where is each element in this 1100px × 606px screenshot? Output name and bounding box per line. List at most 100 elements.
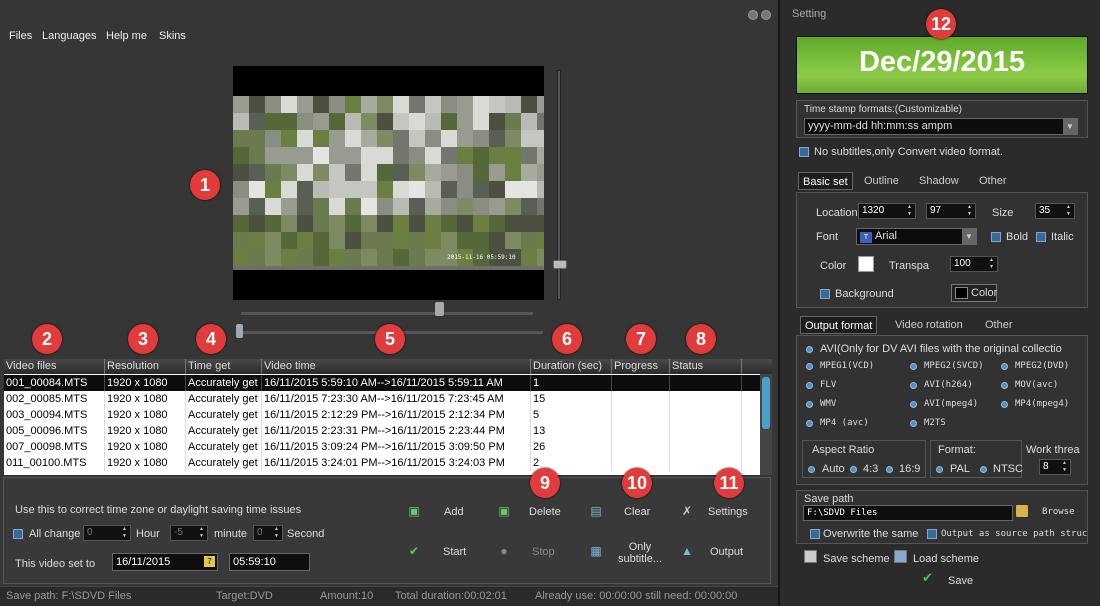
menu-languages[interactable]: Languages xyxy=(42,30,96,42)
background-checkbox[interactable] xyxy=(820,289,830,299)
delete-button[interactable]: Delete xyxy=(529,506,561,518)
text-color-swatch[interactable] xyxy=(858,256,874,272)
scroll-thumb[interactable] xyxy=(762,377,770,429)
no-subtitles-checkbox[interactable] xyxy=(799,147,809,157)
overwrite-checkbox[interactable] xyxy=(810,529,820,539)
save-scheme-icon[interactable] xyxy=(804,550,817,563)
add-button[interactable]: Add xyxy=(444,506,464,518)
col-duration[interactable]: Duration (sec) xyxy=(531,359,612,374)
seek-handle[interactable] xyxy=(435,302,444,316)
col-video-files[interactable]: Video files xyxy=(4,359,105,374)
add-icon[interactable]: ▣ xyxy=(407,504,421,518)
table-row[interactable]: 007_00098.MTS 1920 x 1080 Accurately get 16… xyxy=(4,439,760,455)
folder-icon[interactable] xyxy=(1016,505,1028,517)
load-scheme-icon[interactable] xyxy=(894,550,907,563)
col-time-get[interactable]: Time get xyxy=(186,359,262,374)
col-video-time[interactable]: Video time xyxy=(262,359,531,374)
col-progress[interactable]: Progress xyxy=(612,359,670,374)
output-icon[interactable]: ▲ xyxy=(680,544,694,558)
save-scheme-button[interactable]: Save scheme xyxy=(823,553,890,565)
size-spinner[interactable]: 35 xyxy=(1035,203,1075,219)
format-pal-radio[interactable] xyxy=(936,466,943,473)
tab-output-format[interactable]: Output format xyxy=(800,316,878,334)
format-radio[interactable] xyxy=(806,363,813,370)
table-row[interactable]: 005_00096.MTS 1920 x 1080 Accurately get 16… xyxy=(4,423,760,439)
stop-button[interactable]: Stop xyxy=(532,546,555,558)
tab-outline[interactable]: Outline xyxy=(860,172,903,190)
clear-button[interactable]: Clear xyxy=(624,506,650,518)
source-path-checkbox[interactable] xyxy=(927,529,937,539)
tab-shadow[interactable]: Shadow xyxy=(915,172,963,190)
output-button[interactable]: Output xyxy=(710,546,743,558)
bold-checkbox[interactable] xyxy=(991,232,1001,242)
minute-spinner[interactable]: -5 xyxy=(170,525,208,541)
table-row[interactable]: 001_00084.MTS 1920 x 1080 Accurately get 16… xyxy=(4,375,760,391)
start-button[interactable]: Start xyxy=(443,546,466,558)
range-handle[interactable] xyxy=(236,324,243,338)
save-button[interactable]: Save xyxy=(948,575,973,587)
settings-button[interactable]: Settings xyxy=(708,506,748,518)
format-radio-avi[interactable] xyxy=(806,346,813,353)
hour-spinner[interactable]: 0 xyxy=(83,525,131,541)
format-radio[interactable] xyxy=(806,382,813,389)
format-radio[interactable] xyxy=(910,363,917,370)
chevron-down-icon[interactable]: ▼ xyxy=(962,229,976,244)
delete-icon[interactable]: ▣ xyxy=(497,504,511,518)
seek-track[interactable] xyxy=(241,312,533,315)
menu-files[interactable]: Files xyxy=(9,30,32,42)
format-radio[interactable] xyxy=(910,382,917,389)
font-select[interactable]: T Arial ▼ xyxy=(856,228,977,245)
tab-basic-set[interactable]: Basic set xyxy=(798,172,853,190)
save-path-input[interactable]: F:\SDVD Files xyxy=(803,505,1013,521)
format-radio[interactable] xyxy=(806,420,813,427)
aspect-4-3-radio[interactable] xyxy=(850,466,857,473)
chevron-down-icon[interactable]: ▼ xyxy=(1063,119,1077,134)
time-spinner[interactable]: 05:59:10 xyxy=(229,553,310,571)
date-picker[interactable]: 16/11/2015 xyxy=(112,553,218,571)
table-row[interactable]: 011_00100.MTS 1920 x 1080 Accurately get 16… xyxy=(4,455,760,471)
clear-icon[interactable]: ▤ xyxy=(589,504,603,518)
menu-skins[interactable]: Skins xyxy=(159,30,186,42)
stamp-format-select[interactable]: yyyy-mm-dd hh:mm:ss ampm ▼ xyxy=(804,118,1078,135)
aspect-16-9-radio[interactable] xyxy=(886,466,893,473)
work-thread-spinner[interactable]: 8 xyxy=(1039,459,1071,475)
video-pixel xyxy=(249,96,265,113)
format-radio[interactable] xyxy=(1001,382,1008,389)
table-row[interactable]: 002_00085.MTS 1920 x 1080 Accurately get 16… xyxy=(4,391,760,407)
start-icon[interactable]: ✔ xyxy=(407,544,421,558)
subtitle-icon[interactable]: ▦ xyxy=(589,544,603,558)
checkmark-icon[interactable]: ✔ xyxy=(922,570,933,586)
load-scheme-button[interactable]: Load scheme xyxy=(913,553,979,565)
format-radio[interactable] xyxy=(1001,363,1008,370)
minimize-button[interactable] xyxy=(748,10,758,20)
wrench-icon[interactable]: ✗ xyxy=(680,504,694,518)
second-spinner[interactable]: 0 xyxy=(253,525,283,541)
format-radio[interactable] xyxy=(806,401,813,408)
table-scrollbar[interactable] xyxy=(760,374,772,475)
menu-help[interactable]: Help me xyxy=(106,30,147,42)
aspect-auto-radio[interactable] xyxy=(808,466,815,473)
italic-checkbox[interactable] xyxy=(1036,232,1046,242)
tab-output-other[interactable]: Other xyxy=(981,316,1017,334)
calendar-icon[interactable]: 7 xyxy=(204,556,215,567)
browse-button[interactable]: Browse xyxy=(1042,507,1075,517)
table-cell-progress xyxy=(612,439,670,455)
format-radio[interactable] xyxy=(910,420,917,427)
tab-other[interactable]: Other xyxy=(975,172,1011,190)
stop-icon[interactable]: ● xyxy=(497,544,511,558)
location-y-spinner[interactable]: 97 xyxy=(926,203,976,219)
format-ntsc-radio[interactable] xyxy=(980,466,987,473)
format-radio[interactable] xyxy=(910,401,917,408)
tab-video-rotation[interactable]: Video rotation xyxy=(891,316,967,334)
background-color-button[interactable]: Color xyxy=(951,284,997,302)
close-button[interactable] xyxy=(761,10,771,20)
col-resolution[interactable]: Resolution xyxy=(105,359,186,374)
volume-handle[interactable] xyxy=(553,260,567,269)
format-radio[interactable] xyxy=(1001,401,1008,408)
all-change-checkbox[interactable] xyxy=(13,529,23,539)
table-row[interactable]: 003_00094.MTS 1920 x 1080 Accurately get 16… xyxy=(4,407,760,423)
location-x-spinner[interactable]: 1320 xyxy=(858,203,916,219)
col-status[interactable]: Status xyxy=(670,359,742,374)
only-subtitle-button[interactable]: Only subtitle... xyxy=(615,541,665,565)
transparency-spinner[interactable]: 100 xyxy=(950,256,998,272)
